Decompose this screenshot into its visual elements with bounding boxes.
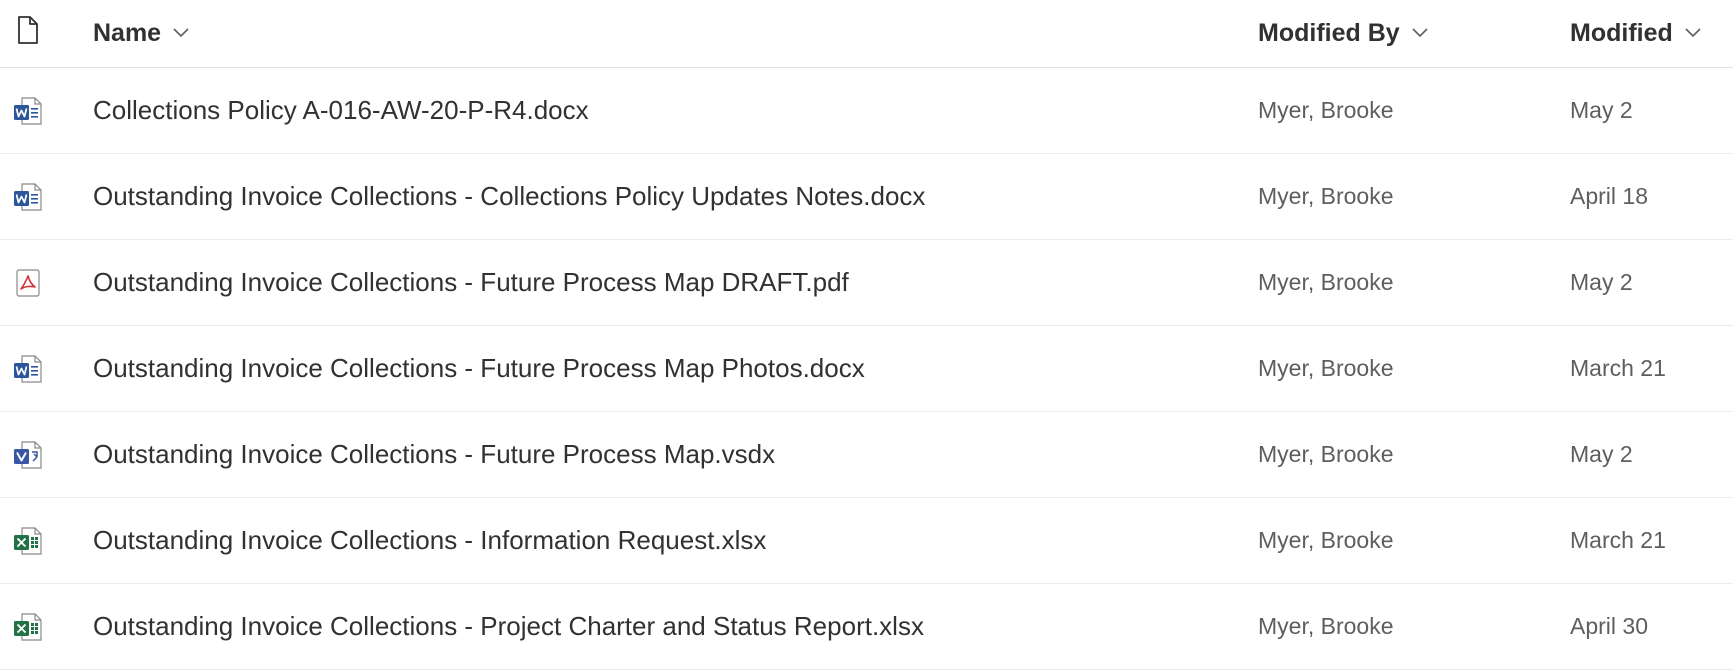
modified-date-value: April 30 bbox=[1570, 613, 1648, 639]
modified-date-value: March 21 bbox=[1570, 527, 1666, 553]
table-row[interactable]: Outstanding Invoice Collections - Future… bbox=[0, 326, 1733, 412]
file-name-link[interactable]: Outstanding Invoice Collections - Future… bbox=[93, 353, 865, 384]
file-name-link[interactable]: Outstanding Invoice Collections - Future… bbox=[93, 267, 849, 298]
chevron-down-icon bbox=[1412, 16, 1428, 45]
word-file-icon bbox=[8, 154, 48, 239]
table-row[interactable]: Outstanding Invoice Collections - Inform… bbox=[0, 498, 1733, 584]
excel-file-icon bbox=[8, 584, 48, 669]
word-file-icon bbox=[8, 68, 48, 153]
table-row[interactable]: Outstanding Invoice Collections - Future… bbox=[0, 412, 1733, 498]
name-column-header[interactable]: Name bbox=[93, 0, 189, 67]
modified-date-value: May 2 bbox=[1570, 269, 1633, 295]
file-list: Name Modified By Modified Collections Po… bbox=[0, 0, 1733, 670]
file-name-link[interactable]: Collections Policy A-016-AW-20-P-R4.docx bbox=[93, 95, 589, 126]
chevron-down-icon bbox=[1685, 16, 1701, 45]
table-row[interactable]: Outstanding Invoice Collections - Collec… bbox=[0, 154, 1733, 240]
chevron-down-icon bbox=[173, 16, 189, 45]
excel-file-icon bbox=[8, 498, 48, 583]
file-name-link[interactable]: Outstanding Invoice Collections - Collec… bbox=[93, 181, 925, 212]
pdf-file-icon bbox=[8, 240, 48, 325]
visio-file-icon bbox=[8, 412, 48, 497]
modified-by-column-header[interactable]: Modified By bbox=[1258, 0, 1428, 67]
modified-by-value: Myer, Brooke bbox=[1258, 269, 1394, 295]
modified-column-label: Modified bbox=[1570, 19, 1673, 47]
modified-date-value: March 21 bbox=[1570, 355, 1666, 381]
modified-date-value: May 2 bbox=[1570, 97, 1633, 123]
file-type-column-header[interactable] bbox=[8, 0, 48, 67]
table-row[interactable]: Outstanding Invoice Collections - Projec… bbox=[0, 584, 1733, 670]
modified-by-value: Myer, Brooke bbox=[1258, 527, 1394, 553]
file-name-link[interactable]: Outstanding Invoice Collections - Projec… bbox=[93, 611, 924, 642]
modified-column-header[interactable]: Modified bbox=[1570, 0, 1701, 67]
modified-by-value: Myer, Brooke bbox=[1258, 183, 1394, 209]
modified-by-value: Myer, Brooke bbox=[1258, 97, 1394, 123]
modified-date-value: April 18 bbox=[1570, 183, 1648, 209]
document-icon bbox=[17, 15, 39, 52]
table-row[interactable]: Outstanding Invoice Collections - Future… bbox=[0, 240, 1733, 326]
modified-by-value: Myer, Brooke bbox=[1258, 613, 1394, 639]
file-name-link[interactable]: Outstanding Invoice Collections - Inform… bbox=[93, 525, 766, 556]
word-file-icon bbox=[8, 326, 48, 411]
modified-by-column-label: Modified By bbox=[1258, 19, 1400, 47]
modified-by-value: Myer, Brooke bbox=[1258, 441, 1394, 467]
modified-date-value: May 2 bbox=[1570, 441, 1633, 467]
file-name-link[interactable]: Outstanding Invoice Collections - Future… bbox=[93, 439, 775, 470]
table-row[interactable]: Collections Policy A-016-AW-20-P-R4.docx… bbox=[0, 68, 1733, 154]
list-header: Name Modified By Modified bbox=[0, 0, 1733, 68]
name-column-label: Name bbox=[93, 19, 162, 47]
modified-by-value: Myer, Brooke bbox=[1258, 355, 1394, 381]
